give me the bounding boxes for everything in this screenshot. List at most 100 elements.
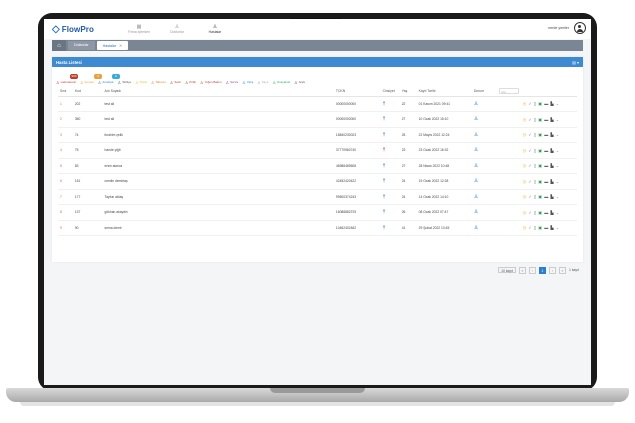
avatar[interactable] xyxy=(574,22,586,34)
prev-page-button[interactable]: ‹ xyxy=(529,266,536,274)
table-row[interactable]: 7 177 Tayfun aktaş 99500374243 † 24 14 Ocak 20… xyxy=(58,189,577,205)
status-user-icon[interactable]: ♙ xyxy=(474,178,478,184)
clock-icon[interactable]: ◷ xyxy=(523,148,527,153)
check-icon[interactable]: ✓ xyxy=(528,194,531,199)
more-icon[interactable]: ⌄ xyxy=(556,117,559,122)
nav-item-1[interactable]: ♙ Doktorlar xyxy=(158,24,196,34)
col-header-sira[interactable]: Sıra xyxy=(58,87,73,97)
folder-icon[interactable]: ▬ xyxy=(544,117,548,122)
legend-item[interactable]: ♙ Sevk xyxy=(170,80,181,85)
close-icon[interactable]: ✕ xyxy=(119,43,122,48)
nav-item-2[interactable]: ♙ Hastalar xyxy=(196,24,234,34)
clock-icon[interactable]: ◷ xyxy=(523,163,527,168)
print-icon[interactable]: ▣ xyxy=(538,194,542,199)
users-icon[interactable]: ▙ xyxy=(550,194,553,199)
next-page-button[interactable]: › xyxy=(549,266,556,274)
users-icon[interactable]: ▙ xyxy=(550,225,553,230)
legend-item[interactable]: ♙ Laboratuvar 999 xyxy=(56,73,79,85)
more-icon[interactable]: ⌄ xyxy=(556,194,559,199)
folder-icon[interactable]: ▬ xyxy=(544,132,548,137)
document-icon[interactable]: ▯ xyxy=(534,194,536,199)
col-header-ad[interactable]: Adı Soyadı xyxy=(102,87,334,97)
first-page-button[interactable]: « xyxy=(519,266,526,274)
status-user-icon[interactable]: ♙ xyxy=(474,132,478,138)
check-icon[interactable]: ✓ xyxy=(528,148,531,153)
print-icon[interactable]: ▣ xyxy=(538,132,542,137)
check-icon[interactable]: ✓ xyxy=(528,163,531,168)
folder-icon[interactable]: ▬ xyxy=(544,148,548,153)
col-header-tarih[interactable]: Kayıt Tarihi xyxy=(416,87,472,97)
last-page-button[interactable]: » xyxy=(559,266,566,274)
folder-icon[interactable]: ▬ xyxy=(544,225,548,230)
print-icon[interactable]: ▣ xyxy=(538,179,542,184)
legend-item[interactable]: ♙ Planlı xyxy=(135,80,147,85)
status-user-icon[interactable]: ♙ xyxy=(474,163,478,169)
legend-item[interactable]: ♙ Servis xyxy=(226,80,239,85)
clock-icon[interactable]: ◷ xyxy=(523,210,527,215)
legend-item[interactable]: ♙ Tahliye xyxy=(117,80,131,85)
tab-hastalar[interactable]: Hastalar ✕ xyxy=(96,41,129,50)
check-icon[interactable]: ✓ xyxy=(528,225,531,230)
legend-item[interactable]: ♙ Kayıt xyxy=(257,80,268,85)
table-row[interactable]: 6 151 cemile demirtaş 42452420422 † 24 19 Ocak… xyxy=(58,173,577,190)
document-icon[interactable]: ▯ xyxy=(534,117,536,122)
folder-icon[interactable]: ▬ xyxy=(544,163,548,168)
table-row[interactable]: 9 90 sema demir 10462402462 † 41 29 Şubat 2022… xyxy=(58,220,577,236)
status-user-icon[interactable]: ♙ xyxy=(474,116,478,122)
check-icon[interactable]: ✓ xyxy=(528,132,531,137)
more-icon[interactable]: ⌄ xyxy=(556,210,559,215)
document-icon[interactable]: ▯ xyxy=(534,148,536,153)
check-icon[interactable]: ✓ xyxy=(528,210,531,215)
more-icon[interactable]: ⌄ xyxy=(556,225,559,230)
panel-actions[interactable]: ▤ ▾ xyxy=(572,60,579,65)
table-row[interactable]: 4 75 hande yiğit 37770960740 † 23 23 Ocak 2022… xyxy=(58,142,577,159)
legend-item[interactable]: ♙ Yoğun Bakım xyxy=(200,80,222,85)
clock-icon[interactable]: ◷ xyxy=(523,117,527,122)
clock-icon[interactable]: ◷ xyxy=(523,194,527,199)
more-icon[interactable]: ⌄ xyxy=(556,101,559,106)
col-header-tckn[interactable]: TCKN xyxy=(333,87,381,97)
print-icon[interactable]: ▣ xyxy=(538,148,542,153)
document-icon[interactable]: ▯ xyxy=(534,101,536,106)
more-icon[interactable]: ⌄ xyxy=(556,179,559,184)
clock-icon[interactable]: ◷ xyxy=(523,225,527,230)
table-row[interactable]: 2 350 test ali 00000000000 † 27 10 Ocak 2022 1… xyxy=(58,111,577,128)
folder-icon[interactable]: ▬ xyxy=(544,179,548,184)
document-icon[interactable]: ▤ xyxy=(572,60,576,65)
status-user-icon[interactable]: ♙ xyxy=(474,194,478,200)
legend-item[interactable]: ♙ Kritik xyxy=(185,80,196,85)
users-icon[interactable]: ▙ xyxy=(550,101,553,106)
more-icon[interactable]: ⌄ xyxy=(556,132,559,137)
tab-doktorlar[interactable]: Doktorlar xyxy=(68,41,95,50)
col-header-yas[interactable]: Yaş xyxy=(399,87,417,97)
more-icon[interactable]: ⌄ xyxy=(556,148,559,153)
col-header-durum[interactable]: Durum xyxy=(471,87,498,97)
legend-item[interactable]: ♙ Yatış xyxy=(242,80,253,85)
legend-item[interactable]: ♙ Arşiv xyxy=(294,80,305,85)
check-icon[interactable]: ✓ xyxy=(528,179,531,184)
print-icon[interactable]: ▣ xyxy=(538,225,542,230)
nav-item-0[interactable]: ▦ Firma işlemleri xyxy=(120,24,158,34)
legend-item[interactable]: ♙ Onaylandı xyxy=(272,80,290,85)
filter-input[interactable]: Ara xyxy=(499,88,520,95)
users-icon[interactable]: ▙ xyxy=(550,117,553,122)
users-icon[interactable]: ▙ xyxy=(550,132,553,137)
users-icon[interactable]: ▙ xyxy=(550,148,553,153)
folder-icon[interactable]: ▬ xyxy=(544,101,548,106)
folder-icon[interactable]: ▬ xyxy=(544,210,548,215)
print-icon[interactable]: ▣ xyxy=(538,210,542,215)
status-user-icon[interactable]: ♙ xyxy=(474,209,478,215)
table-row[interactable]: 8 137 gökhan akaydin 16088882375 † 26 08 Ocak … xyxy=(58,204,577,221)
more-icon[interactable]: ⌄ xyxy=(556,163,559,168)
users-icon[interactable]: ▙ xyxy=(550,163,553,168)
document-icon[interactable]: ▯ xyxy=(534,225,536,230)
clock-icon[interactable]: ◷ xyxy=(523,132,527,137)
logo[interactable]: ◇ FlowPro xyxy=(52,24,112,35)
check-icon[interactable]: ✓ xyxy=(528,101,531,106)
users-icon[interactable]: ▙ xyxy=(550,179,553,184)
legend-item[interactable]: ♙ Kontrol 0 xyxy=(80,73,103,85)
table-row[interactable]: 1 202 test ali 00000000000 † 22 01 Kasım 2021 … xyxy=(58,96,577,112)
page-size-select[interactable]: 10 kayıt xyxy=(498,267,516,273)
chevron-down-icon[interactable]: ▾ xyxy=(577,60,579,65)
legend-item[interactable]: ♙ Taburcu xyxy=(151,80,166,85)
